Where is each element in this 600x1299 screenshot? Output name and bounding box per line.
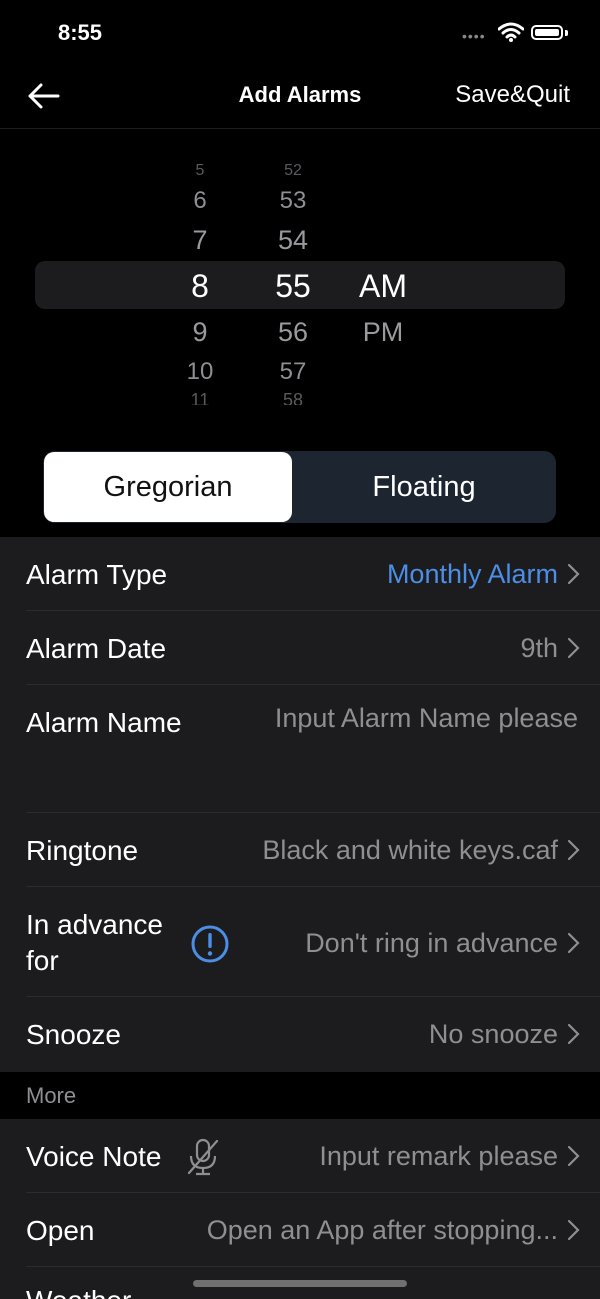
- picker-ampm-selected[interactable]: AM: [333, 268, 433, 305]
- nav-bar: Add Alarms Save&Quit: [0, 64, 600, 129]
- alarm-date-row[interactable]: Alarm Date 9th: [0, 611, 600, 685]
- alarm-type-label: Alarm Type: [26, 559, 168, 590]
- picker-minute-option[interactable]: 53: [243, 187, 343, 215]
- picker-minute-selected[interactable]: 55: [243, 268, 343, 305]
- picker-minute-option[interactable]: 57: [243, 358, 343, 386]
- alarm-type-value: Monthly Alarm: [386, 559, 558, 589]
- voice-note-label: Voice Note: [26, 1141, 162, 1172]
- picker-hour-option[interactable]: 6: [150, 187, 250, 215]
- chevron-right-icon: [567, 637, 580, 659]
- battery-icon: [531, 25, 563, 40]
- open-app-label: Open: [26, 1215, 95, 1246]
- alarm-name-label: Alarm Name: [26, 707, 182, 738]
- in-advance-value: Don't ring in advance: [305, 928, 558, 958]
- picker-minute-option[interactable]: 54: [243, 225, 343, 256]
- open-app-row[interactable]: Open Open an App after stopping...: [0, 1193, 600, 1267]
- voice-note-value: Input remark please: [319, 1141, 558, 1171]
- microphone-muted-icon[interactable]: [184, 1137, 222, 1177]
- wifi-icon: [498, 22, 524, 42]
- picker-minute-option[interactable]: 58: [243, 391, 343, 405]
- voice-note-row[interactable]: Voice Note Input remark please: [0, 1119, 600, 1193]
- chevron-right-icon: [567, 839, 580, 861]
- open-app-value: Open an App after stopping...: [206, 1215, 558, 1245]
- ringtone-row[interactable]: Ringtone Black and white keys.caf: [0, 813, 600, 887]
- weather-label: Weather: [26, 1285, 131, 1299]
- time-picker[interactable]: 5 6 7 8 9 10 11 52 53 54 55 56 57 58 AM …: [0, 129, 600, 429]
- picker-minute-option[interactable]: 56: [243, 317, 343, 348]
- ringtone-value: Black and white keys.caf: [262, 835, 558, 865]
- chevron-right-icon: [567, 932, 580, 954]
- alarm-date-value: 9th: [520, 633, 558, 663]
- save-quit-button[interactable]: Save&Quit: [455, 81, 570, 109]
- snooze-value: No snooze: [428, 1019, 558, 1049]
- info-alert-icon[interactable]: [190, 924, 230, 964]
- signal-dots-icon: ••••: [462, 28, 486, 44]
- gregorian-segment[interactable]: Gregorian: [44, 452, 292, 522]
- home-indicator[interactable]: [193, 1280, 407, 1287]
- status-time: 8:55: [58, 20, 103, 45]
- picker-hour-option[interactable]: 11: [150, 391, 250, 405]
- picker-ampm-option[interactable]: PM: [333, 317, 433, 348]
- more-section-header: More: [26, 1083, 77, 1108]
- picker-hour-option[interactable]: 5: [150, 163, 250, 175]
- snooze-row[interactable]: Snooze No snooze: [0, 997, 600, 1072]
- picker-minute-option[interactable]: 52: [243, 163, 343, 175]
- alarm-date-label: Alarm Date: [26, 633, 167, 664]
- alarm-name-row: Alarm Name Input Alarm Name please: [0, 685, 600, 813]
- chevron-right-icon: [567, 1023, 580, 1045]
- picker-hour-option[interactable]: 7: [150, 225, 250, 256]
- ringtone-label: Ringtone: [26, 835, 139, 866]
- picker-hour-option[interactable]: 10: [150, 358, 250, 386]
- picker-hour-option[interactable]: 9: [150, 317, 250, 348]
- alarm-type-row[interactable]: Alarm Type Monthly Alarm: [0, 537, 600, 611]
- picker-hour-selected[interactable]: 8: [150, 268, 250, 305]
- floating-segment[interactable]: Floating: [292, 451, 556, 523]
- chevron-right-icon: [567, 1219, 580, 1241]
- chevron-right-icon: [567, 1145, 580, 1167]
- in-advance-row[interactable]: In advance for Don't ring in advance: [0, 887, 600, 997]
- more-settings-group: Voice Note Input remark please Open Open…: [0, 1119, 600, 1299]
- snooze-label: Snooze: [26, 1019, 121, 1050]
- status-bar: 8:55 ••••: [0, 0, 600, 64]
- in-advance-label-line2: for: [26, 945, 59, 976]
- alarm-settings-group: Alarm Type Monthly Alarm Alarm Date 9th …: [0, 537, 600, 1072]
- alarm-name-input[interactable]: Input Alarm Name please: [275, 703, 578, 734]
- calendar-type-toggle: Gregorian Floating: [43, 451, 556, 523]
- battery-cap: [565, 30, 568, 36]
- chevron-right-icon: [567, 563, 580, 585]
- in-advance-label-line1: In advance: [26, 909, 163, 940]
